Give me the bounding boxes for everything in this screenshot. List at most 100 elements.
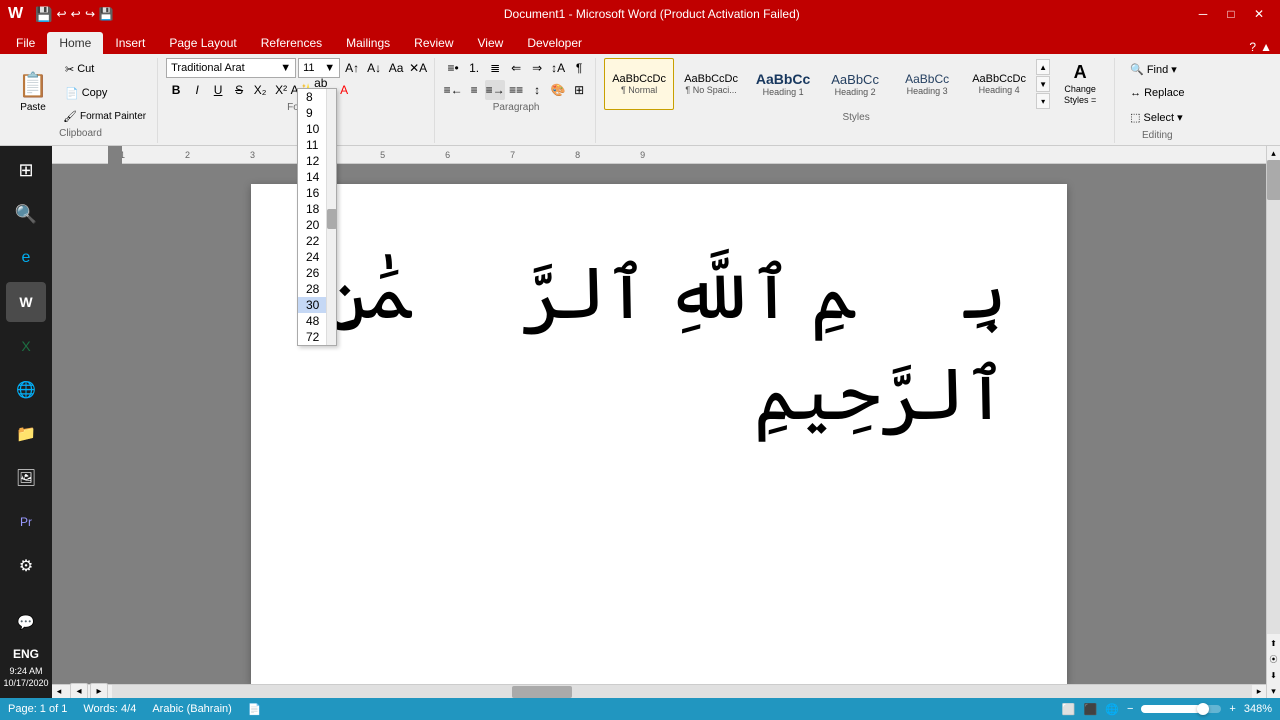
multilevel-button[interactable]: ≣	[485, 58, 505, 78]
align-right-button[interactable]: ≡→	[485, 80, 505, 100]
bottom-scrollbar[interactable]: ◂ ◂ ▸ ▸	[52, 684, 1266, 698]
border-button[interactable]: ⊞	[569, 80, 589, 100]
quick-access-save[interactable]: 💾	[35, 6, 52, 23]
styles-scroll-more[interactable]: ▾	[1036, 93, 1050, 109]
tab-view[interactable]: View	[466, 32, 516, 54]
next-page-button[interactable]: ⬇	[1270, 668, 1277, 682]
h-scroll-thumb[interactable]	[512, 686, 572, 698]
taskbar-word[interactable]: W	[6, 282, 46, 322]
tab-review[interactable]: Review	[402, 32, 465, 54]
taskbar-chrome[interactable]: 🌐	[6, 370, 46, 410]
doc-scroll-area[interactable]: 8 9 10 11 12 14 16 18 20 22 24 26 28 30 …	[52, 164, 1266, 684]
close-button[interactable]: ✕	[1246, 3, 1272, 25]
font-name-box[interactable]: Traditional Arat ▼	[166, 58, 296, 78]
superscript-button[interactable]: X²	[271, 80, 291, 100]
numbering-button[interactable]: 1.	[464, 58, 484, 78]
dropdown-scrollbar[interactable]	[326, 164, 336, 345]
font-size-box[interactable]: 11 ▼	[298, 58, 340, 78]
tab-home[interactable]: Home	[47, 32, 103, 54]
find-button[interactable]: 🔍 Find ▾	[1123, 58, 1191, 80]
scroll-right-button[interactable]: ▸	[1252, 685, 1266, 699]
style-heading3[interactable]: AaBbCc Heading 3	[892, 58, 962, 110]
word-icon[interactable]: W	[8, 5, 23, 23]
tab-mailings[interactable]: Mailings	[334, 32, 402, 54]
change-styles-button[interactable]: A ChangeStyles =	[1052, 58, 1108, 110]
copy-button[interactable]: 📄 Copy	[58, 82, 151, 104]
clear-format-button[interactable]: ✕A	[408, 58, 428, 78]
increase-font-button[interactable]: A↑	[342, 58, 362, 78]
nav-left-button[interactable]: ◂	[70, 683, 88, 699]
taskbar-start[interactable]: ⊞	[6, 150, 46, 190]
style-heading4[interactable]: AaBbCcDc Heading 4	[964, 58, 1034, 110]
italic-button[interactable]: I	[187, 80, 207, 100]
strikethrough-button[interactable]: S	[229, 80, 249, 100]
style-normal[interactable]: AaBbCcDc ¶ Normal	[604, 58, 674, 110]
quick-access-save2[interactable]: 💾	[99, 7, 114, 21]
line-spacing-button[interactable]: ↕	[527, 80, 547, 100]
style-no-spacing[interactable]: AaBbCcDc ¶ No Spaci...	[676, 58, 746, 110]
style-heading1[interactable]: AaBbCc Heading 1	[748, 58, 818, 110]
taskbar-pr[interactable]: Pr	[6, 502, 46, 542]
maximize-button[interactable]: □	[1218, 3, 1244, 25]
style-heading2[interactable]: AaBbCc Heading 2	[820, 58, 890, 110]
taskbar-photos[interactable]: 🖼	[6, 458, 46, 498]
taskbar-chat[interactable]: 💬	[6, 603, 46, 643]
shading-button[interactable]: 🎨	[548, 80, 568, 100]
align-center-button[interactable]: ≡	[464, 80, 484, 100]
view-print-button[interactable]: ⬜	[1062, 703, 1076, 716]
view-fullscreen-button[interactable]: ⬛	[1084, 703, 1098, 716]
scroll-down-button[interactable]: ▾	[1267, 684, 1280, 698]
quick-access-undo2[interactable]: ↩	[71, 7, 81, 21]
justify-button[interactable]: ≡≡	[506, 80, 526, 100]
scroll-left-button[interactable]: ◂	[52, 685, 66, 699]
replace-button[interactable]: ↔ Replace	[1123, 82, 1191, 104]
h-scroll-track[interactable]	[112, 685, 1252, 699]
tab-file[interactable]: File	[4, 32, 47, 54]
styles-scroll-down[interactable]: ▼	[1036, 76, 1050, 92]
scrollbar-track[interactable]	[1267, 160, 1280, 634]
align-left-button[interactable]: ≡←	[443, 80, 463, 100]
taskbar-settings[interactable]: ⚙	[6, 546, 46, 586]
quick-access-undo[interactable]: ↩	[57, 7, 67, 21]
underline-button[interactable]: U	[208, 80, 228, 100]
paste-button[interactable]: 📋 Paste	[10, 66, 56, 118]
tab-developer[interactable]: Developer	[515, 32, 594, 54]
sort-button[interactable]: ↕A	[548, 58, 568, 78]
decrease-indent-button[interactable]: ⇐	[506, 58, 526, 78]
taskbar-search[interactable]: 🔍	[6, 194, 46, 234]
increase-indent-button[interactable]: ⇒	[527, 58, 547, 78]
page-target-button[interactable]: ⦿	[1270, 652, 1278, 666]
bullets-button[interactable]: ≡•	[443, 58, 463, 78]
view-web-button[interactable]: 🌐	[1105, 703, 1119, 716]
minimize-button[interactable]: ─	[1190, 3, 1216, 25]
styles-scroll-up[interactable]: ▲	[1036, 59, 1050, 75]
taskbar-edge[interactable]: e	[6, 238, 46, 278]
cut-button[interactable]: ✂ Cut	[58, 58, 151, 80]
document-page[interactable]: بِسۡمِ ٱللَّهِ ٱلرَّحۡمَٰنِ ٱلرَّحِيمِ	[251, 184, 1067, 684]
change-case-button[interactable]: Aa	[386, 58, 406, 78]
format-painter-button[interactable]: 🖌 Format Painter	[58, 106, 151, 126]
scroll-up-button[interactable]: ▴	[1267, 146, 1280, 160]
taskbar-explorer[interactable]: 📁	[6, 414, 46, 454]
tab-page-layout[interactable]: Page Layout	[157, 32, 248, 54]
taskbar-excel[interactable]: X	[6, 326, 46, 366]
zoom-out-button[interactable]: −	[1127, 703, 1133, 715]
prev-page-button[interactable]: ⬆	[1270, 636, 1277, 650]
zoom-thumb[interactable]	[1197, 703, 1209, 715]
show-hide-button[interactable]: ¶	[569, 58, 589, 78]
help-icon[interactable]: ?	[1249, 40, 1256, 54]
minimize-ribbon-icon[interactable]: ▲	[1260, 40, 1272, 54]
font-color-button[interactable]: A	[334, 80, 354, 100]
quick-access-redo[interactable]: ↩	[85, 7, 95, 21]
decrease-font-button[interactable]: A↓	[364, 58, 384, 78]
subscript-button[interactable]: X₂	[250, 80, 270, 100]
nav-right-button[interactable]: ▸	[90, 683, 108, 699]
tab-references[interactable]: References	[249, 32, 334, 54]
zoom-in-button[interactable]: +	[1229, 703, 1235, 715]
tab-insert[interactable]: Insert	[103, 32, 157, 54]
select-button[interactable]: ⬚ Select ▾	[1123, 106, 1191, 128]
scrollbar-thumb[interactable]	[1267, 160, 1280, 200]
zoom-level[interactable]: 348%	[1244, 703, 1272, 715]
zoom-slider[interactable]	[1141, 705, 1221, 713]
bold-button[interactable]: B	[166, 80, 186, 100]
